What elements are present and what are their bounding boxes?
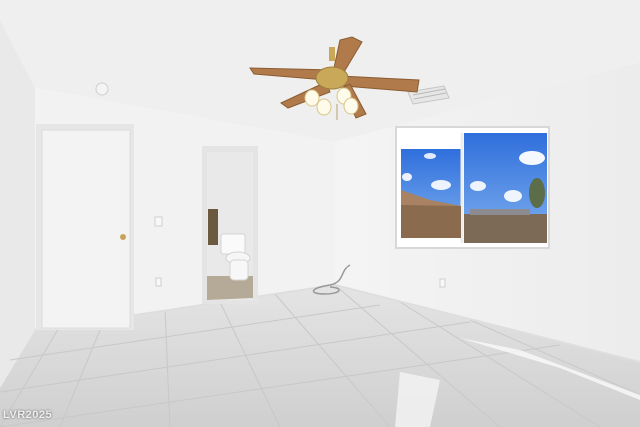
closet-door (41, 129, 131, 329)
light-switch (154, 216, 163, 227)
room-illustration (0, 0, 640, 427)
window (395, 126, 550, 249)
room-photo: LVR2025 (0, 0, 640, 427)
towel-bar (208, 209, 218, 245)
smoke-detector (95, 82, 109, 96)
watermark: LVR2025 (3, 409, 53, 421)
outlet-left (155, 277, 162, 287)
outlet-right (439, 278, 446, 288)
door-knob (120, 234, 126, 240)
